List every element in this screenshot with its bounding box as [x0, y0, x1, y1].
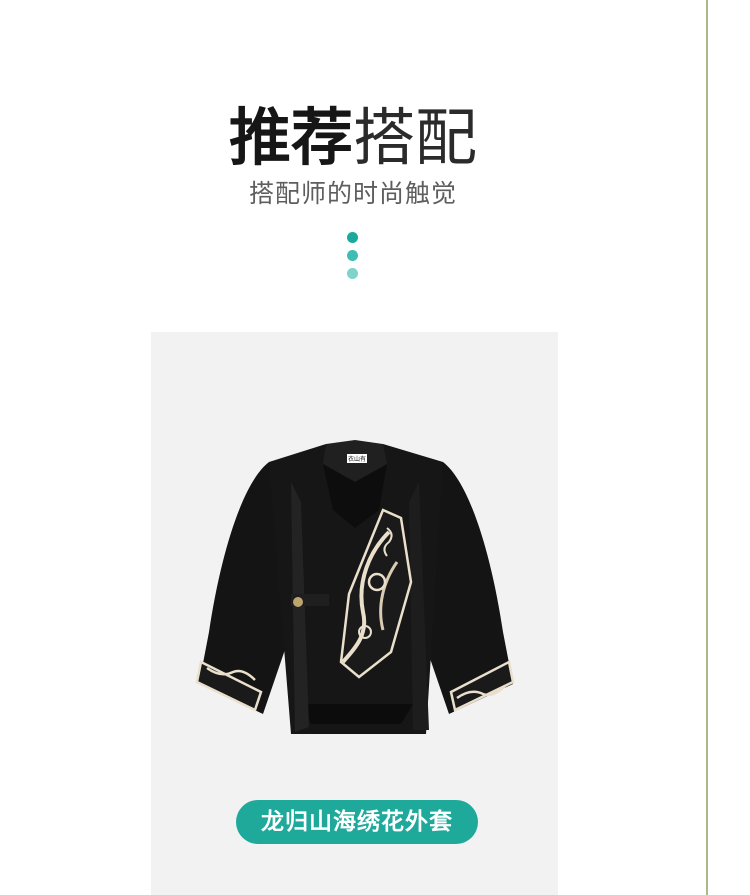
section-title-bold: 推荐: [228, 101, 353, 174]
product-name-button[interactable]: 龙归山海绣花外套: [236, 800, 478, 844]
section-title-light: 搭配: [353, 101, 478, 174]
dot-1: [347, 232, 358, 243]
product-card[interactable]: 衣山有 龙归山海绣花外套: [151, 332, 558, 895]
section-subtitle: 搭配师的时尚触觉: [248, 179, 457, 208]
dot-3: [347, 268, 358, 279]
decorative-dots: [347, 232, 359, 286]
page-edge-divider: [706, 0, 708, 895]
section-title: 推荐搭配: [0, 100, 706, 176]
garment-neck-tag: 衣山有: [348, 455, 366, 463]
dot-2: [347, 250, 358, 261]
